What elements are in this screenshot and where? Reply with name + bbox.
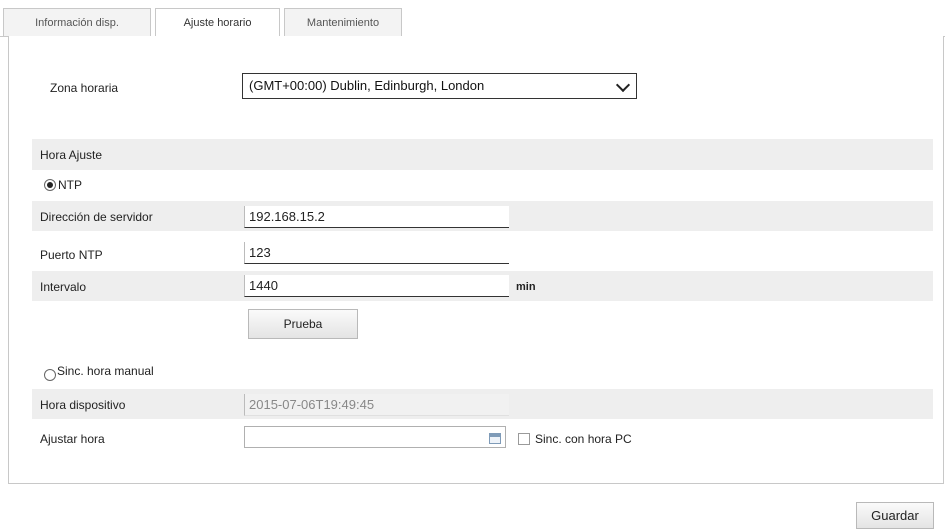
section-title: Hora Ajuste: [40, 148, 103, 162]
tab-time-settings[interactable]: Ajuste horario: [155, 8, 280, 38]
device-time-input: [244, 394, 509, 416]
device-time-label: Hora dispositivo: [40, 398, 126, 412]
interval-label: Intervalo: [40, 280, 87, 294]
interval-unit: min: [516, 281, 536, 293]
timezone-select[interactable]: (GMT+00:00) Dublin, Edinburgh, London: [242, 73, 637, 99]
tab-device-info[interactable]: Información disp.: [3, 8, 151, 36]
ntp-port-input[interactable]: [244, 242, 509, 264]
ntp-radio[interactable]: [44, 179, 56, 191]
tab-maintenance[interactable]: Mantenimiento: [284, 8, 402, 36]
set-time-label: Ajustar hora: [40, 432, 105, 446]
time-sync-section-header: Hora Ajuste: [32, 139, 933, 170]
save-button[interactable]: Guardar: [856, 502, 934, 529]
sync-pc-label: Sinc. con hora PC: [535, 432, 632, 446]
calendar-icon[interactable]: [489, 433, 501, 444]
tab-bar: Información disp. Ajuste horario Manteni…: [0, 0, 945, 38]
test-button[interactable]: Prueba: [248, 309, 358, 339]
chevron-down-icon: [615, 77, 631, 93]
sync-pc-checkbox[interactable]: [518, 433, 530, 445]
manual-sync-radio[interactable]: [44, 369, 56, 381]
server-address-input[interactable]: [244, 206, 509, 228]
port-label: Puerto NTP: [40, 248, 103, 262]
timezone-label: Zona horaria: [50, 81, 119, 95]
interval-input[interactable]: [244, 275, 509, 297]
set-time-input[interactable]: [244, 426, 506, 448]
ntp-label: NTP: [58, 178, 82, 192]
manual-sync-label: Sinc. hora manual: [57, 364, 154, 378]
server-label: Dirección de servidor: [40, 210, 153, 224]
timezone-value: (GMT+00:00) Dublin, Edinburgh, London: [249, 78, 485, 93]
